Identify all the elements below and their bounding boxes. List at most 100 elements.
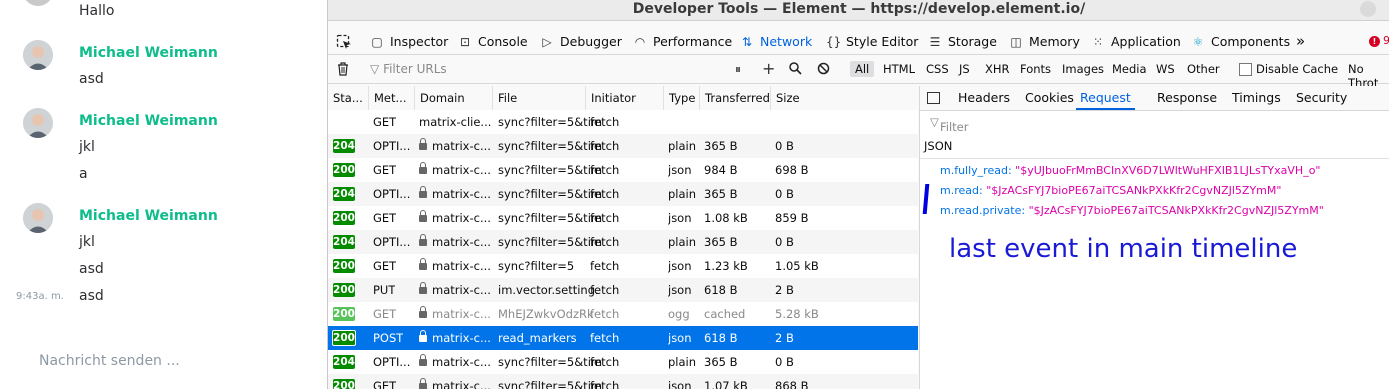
initiator-text: fetch xyxy=(590,307,620,321)
tab-label: Style Editor xyxy=(846,34,919,49)
column-file[interactable]: File xyxy=(492,86,585,110)
cell-file: sync?filter=5&tim xyxy=(498,182,602,206)
size-text: 2 B xyxy=(775,283,794,297)
column-status[interactable]: Sta... xyxy=(328,86,368,110)
filter-type-html[interactable]: HTML xyxy=(883,62,915,76)
table-row[interactable]: 200 GET matrix-c... MhEJZwkvOdzRk fetch ogg ca… xyxy=(328,302,918,326)
error-count-badge[interactable]: !9 xyxy=(1369,34,1389,47)
filter-type-fonts[interactable]: Fonts xyxy=(1020,62,1051,76)
overflow-chevron-icon[interactable]: » xyxy=(1296,29,1305,54)
file-text: sync?filter=5&tim xyxy=(498,211,603,225)
filter-type-js[interactable]: JS xyxy=(959,62,970,76)
table-row[interactable]: 200 PUT matrix-c... im.vector.setting. fetch… xyxy=(328,278,918,302)
toggle-panel-icon[interactable] xyxy=(927,92,940,104)
tab-memory[interactable]: ◫ Memory xyxy=(1009,29,1080,54)
filter-request-parameters-input[interactable]: ▽ Filter Request Parameters xyxy=(920,110,1389,162)
column-domain[interactable]: Domain xyxy=(414,86,492,110)
filter-type-media[interactable]: Media xyxy=(1112,62,1147,76)
window-control-button[interactable] xyxy=(1360,1,1376,17)
column-type[interactable]: Type xyxy=(663,86,699,110)
table-row[interactable]: 200 POST matrix-c... read_markers fetch json 6… xyxy=(328,326,918,350)
sender-name[interactable]: Michael Weimann xyxy=(79,45,218,61)
disable-cache-checkbox[interactable] xyxy=(1239,63,1252,76)
tab-performance[interactable]: ◠ Performance xyxy=(633,29,732,54)
tab-storage[interactable]: ☰ Storage xyxy=(928,29,997,54)
column-initiator[interactable]: Initiator xyxy=(585,86,663,110)
tab-inspector[interactable]: ▢ Inspector xyxy=(370,29,448,54)
tab-style-editor[interactable]: {} Style Editor xyxy=(826,29,918,54)
initiator-text: fetch xyxy=(590,139,620,153)
table-row[interactable]: 204 OPTI... matrix-c... sync?filter=5&tim fe… xyxy=(328,230,918,254)
avatar[interactable] xyxy=(23,108,53,138)
column-size[interactable]: Size xyxy=(770,86,918,110)
tab-timings[interactable]: Timings xyxy=(1232,86,1281,110)
message-composer-input[interactable]: Nachricht senden ... xyxy=(39,353,180,369)
json-section-header[interactable]: JSON xyxy=(920,134,1389,159)
tab-console[interactable]: ⊡ Console xyxy=(458,29,528,54)
status-badge: 200 xyxy=(333,307,355,321)
table-row[interactable]: 204 OPTI... matrix-c... sync?filter=5&tim fe… xyxy=(328,134,918,158)
filter-type-all[interactable]: All xyxy=(850,61,875,77)
window-titlebar[interactable]: Developer Tools — Element — https://deve… xyxy=(328,0,1389,21)
tab-debugger[interactable]: ▷ Debugger xyxy=(540,29,622,54)
table-row[interactable]: 204 OPTI... matrix-c... sync?filter=5&tim fe… xyxy=(328,350,918,374)
search-icon[interactable] xyxy=(789,62,802,78)
table-row[interactable]: 200 GET matrix-c... sync?filter=5&tim fetch j… xyxy=(328,158,918,182)
tab-network[interactable]: ⇅ Network xyxy=(740,29,812,54)
tab-headers[interactable]: Headers xyxy=(958,86,1010,110)
message-body: asd xyxy=(79,71,104,87)
filter-type-images[interactable]: Images xyxy=(1062,62,1104,76)
sender-name[interactable]: Michael Weimann xyxy=(79,113,218,129)
pause-icon[interactable]: ⏸ xyxy=(735,62,741,77)
filter-type-ws[interactable]: WS xyxy=(1156,62,1175,76)
cell-initiator: fetch xyxy=(590,110,619,134)
cell-size: 868 B xyxy=(775,374,809,389)
block-icon[interactable] xyxy=(817,62,830,78)
avatar[interactable] xyxy=(23,40,53,70)
cell-file: im.vector.setting. xyxy=(498,278,599,302)
tab-response[interactable]: Response xyxy=(1157,86,1217,110)
initiator-text: fetch xyxy=(590,379,620,389)
json-entry[interactable]: m.fully_read: "$yUJbuoFrMmBCInXV6D7LWltW… xyxy=(940,164,1321,177)
sender-name[interactable]: Michael Weimann xyxy=(79,208,218,224)
tab-cookies[interactable]: Cookies xyxy=(1025,86,1074,110)
devtools-toolbar: ▢ Inspector ⊡ Console ▷ Debugger ◠ Performan… xyxy=(328,29,1389,55)
cell-size: 5.28 kB xyxy=(775,302,819,326)
json-entry[interactable]: m.read.private: "$JzACsFYJ7bioPE67aiTCSA… xyxy=(940,204,1324,217)
element-picker-icon[interactable] xyxy=(336,29,352,54)
transferred-text: 618 B xyxy=(704,331,738,345)
tab-components[interactable]: ⚛ Components xyxy=(1191,29,1290,54)
clear-requests-icon[interactable] xyxy=(336,61,350,79)
method-text: PUT xyxy=(373,283,396,297)
file-text: sync?filter=5&tim xyxy=(498,379,603,389)
column-transferred[interactable]: Transferred xyxy=(699,86,770,110)
table-row[interactable]: 200 GET matrix-c... sync?filter=5&tim fetch j… xyxy=(328,206,918,230)
cell-type: json xyxy=(668,278,692,302)
filter-type-xhr[interactable]: XHR xyxy=(985,62,1010,76)
initiator-text: fetch xyxy=(590,235,620,249)
filter-type-other[interactable]: Other xyxy=(1187,62,1220,76)
status-badge: 200 xyxy=(333,163,355,177)
column-method[interactable]: Met... xyxy=(368,86,414,110)
status-badge: 204 xyxy=(333,187,355,201)
avatar[interactable] xyxy=(23,203,53,233)
json-entry[interactable]: m.read: "$JzACsFYJ7bioPE67aiTCSANkPXkKfr… xyxy=(940,184,1281,197)
filter-urls-input[interactable]: ▽ Filter URLs xyxy=(370,62,447,76)
tab-application[interactable]: ⁙ Application xyxy=(1091,29,1181,54)
add-icon[interactable]: + xyxy=(762,59,775,78)
table-row[interactable]: 200 GET matrix-c... sync?filter=5&tim fetch j… xyxy=(328,374,918,389)
cell-domain: matrix-c... xyxy=(419,254,491,278)
table-row[interactable]: 200 GET matrix-c... sync?filter=5 fetch json 1… xyxy=(328,254,918,278)
avatar[interactable] xyxy=(23,0,53,6)
type-text: ogg xyxy=(668,307,690,321)
json-key: m.read: xyxy=(940,184,983,197)
file-text: sync?filter=5&tim xyxy=(498,235,603,249)
table-row[interactable]: GET matrix-clie... sync?filter=5&tim fetch xyxy=(328,110,918,134)
table-row[interactable]: 204 OPTI... matrix-c... sync?filter=5&tim fe… xyxy=(328,182,918,206)
cell-initiator: fetch xyxy=(590,350,619,374)
tab-security[interactable]: Security xyxy=(1296,86,1347,110)
tab-request[interactable]: Request xyxy=(1076,86,1135,110)
cell-file: sync?filter=5&tim xyxy=(498,158,602,182)
lock-icon xyxy=(419,306,427,318)
filter-type-css[interactable]: CSS xyxy=(926,62,949,76)
